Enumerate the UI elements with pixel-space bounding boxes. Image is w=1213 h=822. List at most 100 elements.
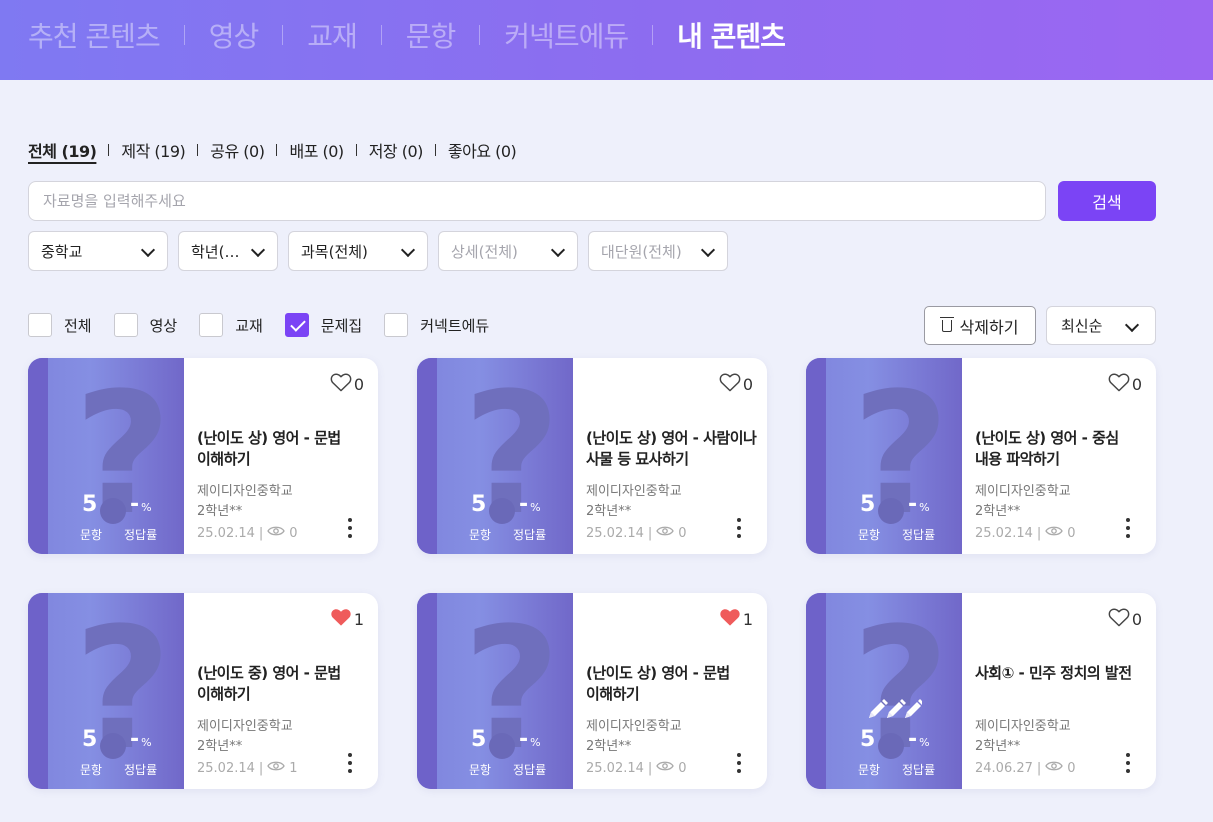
like-button[interactable]: 1 bbox=[719, 607, 753, 631]
content-card[interactable]: ? 5-% 문항 정답률 0 (난이도 상) 영어 - 문법 이해하기 제이디자인중학교 2학… bbox=[28, 358, 378, 554]
percent-unit: % bbox=[919, 736, 930, 749]
card-date: 25.02.14 bbox=[197, 760, 255, 776]
type-checkbox-all[interactable]: 전체 bbox=[28, 313, 92, 337]
like-count: 0 bbox=[742, 374, 753, 394]
card-title[interactable]: (난이도 상) 영어 - 문법 이해하기 bbox=[197, 428, 369, 470]
tab-divider bbox=[282, 25, 284, 45]
card-title[interactable]: (난이도 상) 영어 - 문법 이해하기 bbox=[586, 663, 758, 705]
school-level-dropdown[interactable]: 중학교 bbox=[28, 231, 168, 271]
tab-textbook[interactable]: 교재 bbox=[307, 15, 358, 55]
filter-liked[interactable]: 좋아요 (0) bbox=[448, 138, 517, 162]
question-count: 5 bbox=[860, 727, 876, 752]
content-filter-tabs: 전체 (19) 제작 (19) 공유 (0) 배포 (0) 저장 (0) 좋아요… bbox=[28, 138, 517, 162]
more-options-icon[interactable] bbox=[737, 518, 741, 538]
filter-saved[interactable]: 저장 (0) bbox=[369, 138, 424, 162]
progress-circle bbox=[878, 733, 904, 759]
card-thumbnail[interactable]: ? 5-% 문항 정답률 bbox=[417, 593, 573, 789]
card-title[interactable]: (난이도 상) 영어 - 중심 내용 파악하기 bbox=[975, 428, 1147, 470]
percent-unit: % bbox=[530, 501, 541, 514]
card-date: 25.02.14 bbox=[975, 525, 1033, 541]
book-spine bbox=[806, 358, 826, 554]
like-count: 0 bbox=[353, 374, 364, 394]
card-thumbnail[interactable]: ? 5-% 문항 정답률 bbox=[28, 593, 184, 789]
progress-circle bbox=[100, 498, 126, 524]
question-count-label: 문항 bbox=[80, 763, 103, 777]
filter-divider bbox=[108, 144, 110, 156]
card-title[interactable]: 사회① - 민주 정치의 발전 bbox=[975, 663, 1147, 684]
detail-dropdown[interactable]: 상세(전체) bbox=[438, 231, 578, 271]
eye-icon bbox=[267, 760, 286, 776]
card-title[interactable]: (난이도 중) 영어 - 문법 이해하기 bbox=[197, 663, 369, 705]
accuracy-label: 정답률 bbox=[513, 528, 547, 542]
heart-outline-icon bbox=[719, 372, 743, 396]
content-card[interactable]: ? 5-% 문항 정답률 0 (난이도 상) 영어 - 사람이나 사물 등 묘사하기 제이디… bbox=[417, 358, 767, 554]
question-count: 5 bbox=[82, 492, 98, 517]
view-count: 0 bbox=[678, 525, 687, 541]
type-checkbox-workbook[interactable]: 문제집 bbox=[284, 313, 362, 337]
filter-all[interactable]: 전체 (19) bbox=[28, 138, 97, 162]
card-thumbnail[interactable]: ? 5-% 문항 정답률 bbox=[806, 593, 962, 789]
filter-shared[interactable]: 공유 (0) bbox=[210, 138, 265, 162]
checkbox[interactable] bbox=[28, 313, 52, 337]
more-options-icon[interactable] bbox=[348, 753, 352, 773]
like-button[interactable]: 0 bbox=[1108, 607, 1142, 631]
search-input[interactable] bbox=[28, 181, 1046, 221]
content-card[interactable]: ? 5-% 문항 정답률 1 (난이도 중) 영어 - 문법 이해하기 제이디자인중학교 2학… bbox=[28, 593, 378, 789]
search-button[interactable]: 검색 bbox=[1058, 181, 1156, 221]
like-count: 0 bbox=[1131, 609, 1142, 629]
type-checkbox-connect-edu[interactable]: 커넥트에듀 bbox=[384, 313, 489, 337]
more-options-icon[interactable] bbox=[1126, 753, 1130, 773]
filter-distributed[interactable]: 배포 (0) bbox=[289, 138, 344, 162]
type-checkbox-video[interactable]: 영상 bbox=[113, 313, 178, 337]
top-navigation-bar: 추천 콘텐츠 영상 교재 문항 커넥트에듀 내 콘텐츠 bbox=[0, 0, 1213, 80]
filter-created[interactable]: 제작 (19) bbox=[121, 138, 185, 162]
pencil-icon bbox=[866, 697, 924, 721]
tab-connect-edu[interactable]: 커넥트에듀 bbox=[504, 15, 629, 55]
like-button[interactable]: 0 bbox=[719, 372, 753, 396]
accuracy-rate: -% bbox=[130, 494, 152, 516]
heart-outline-icon bbox=[1108, 607, 1132, 631]
checkbox[interactable] bbox=[199, 313, 224, 337]
sort-dropdown[interactable]: 최신순 bbox=[1046, 306, 1156, 345]
tab-recommended[interactable]: 추천 콘텐츠 bbox=[28, 15, 161, 55]
tab-questions[interactable]: 문항 bbox=[406, 15, 457, 55]
checkbox-label: 전체 bbox=[64, 316, 92, 335]
content-card[interactable]: ? 5-% 문항 정답률 0 사회① - 민주 정치의 발전 제이디자인중학교 2학년** 24… bbox=[806, 593, 1156, 789]
checkbox-checked[interactable] bbox=[284, 313, 309, 337]
grade-dropdown[interactable]: 학년(… bbox=[178, 231, 278, 271]
type-checkbox-textbook[interactable]: 교재 bbox=[199, 313, 263, 337]
tab-video[interactable]: 영상 bbox=[209, 15, 260, 55]
card-thumbnail[interactable]: ? 5-% 문항 정답률 bbox=[28, 358, 184, 554]
question-count-label: 문항 bbox=[858, 528, 881, 542]
accuracy-rate: -% bbox=[130, 729, 152, 751]
percent-unit: % bbox=[141, 736, 152, 749]
content-card[interactable]: ? 5-% 문항 정답률 0 (난이도 상) 영어 - 중심 내용 파악하기 제이디자인중학… bbox=[806, 358, 1156, 554]
like-button[interactable]: 1 bbox=[330, 607, 364, 631]
card-title[interactable]: (난이도 상) 영어 - 사람이나 사물 등 묘사하기 bbox=[586, 428, 758, 470]
tab-my-content[interactable]: 내 콘텐츠 bbox=[677, 15, 786, 55]
unit-dropdown[interactable]: 대단원(전체) bbox=[588, 231, 728, 271]
accuracy-value: - bbox=[130, 727, 140, 752]
progress-circle bbox=[878, 498, 904, 524]
more-options-icon[interactable] bbox=[348, 518, 352, 538]
accuracy-label: 정답률 bbox=[124, 763, 158, 777]
like-button[interactable]: 0 bbox=[1108, 372, 1142, 396]
eye-icon bbox=[1045, 760, 1064, 776]
subject-dropdown[interactable]: 과목(전체) bbox=[288, 231, 428, 271]
checkbox-label: 영상 bbox=[149, 316, 178, 335]
checkbox[interactable] bbox=[384, 313, 409, 337]
more-options-icon[interactable] bbox=[1126, 518, 1130, 538]
percent-unit: % bbox=[141, 501, 152, 514]
content-card[interactable]: ? 5-% 문항 정답률 1 (난이도 상) 영어 - 문법 이해하기 제이디자인중학교 2학… bbox=[417, 593, 767, 789]
card-thumbnail[interactable]: ? 5-% 문항 정답률 bbox=[806, 358, 962, 554]
checkbox[interactable] bbox=[113, 313, 138, 337]
heart-filled-icon bbox=[330, 607, 354, 631]
like-button[interactable]: 0 bbox=[330, 372, 364, 396]
school-level-value: 중학교 bbox=[41, 242, 83, 261]
progress-circle bbox=[100, 733, 126, 759]
more-options-icon[interactable] bbox=[737, 753, 741, 773]
book-spine bbox=[806, 593, 826, 789]
card-thumbnail[interactable]: ? 5-% 문항 정답률 bbox=[417, 358, 573, 554]
meta-divider: | bbox=[647, 525, 653, 541]
delete-button[interactable]: 삭제하기 bbox=[924, 306, 1036, 345]
